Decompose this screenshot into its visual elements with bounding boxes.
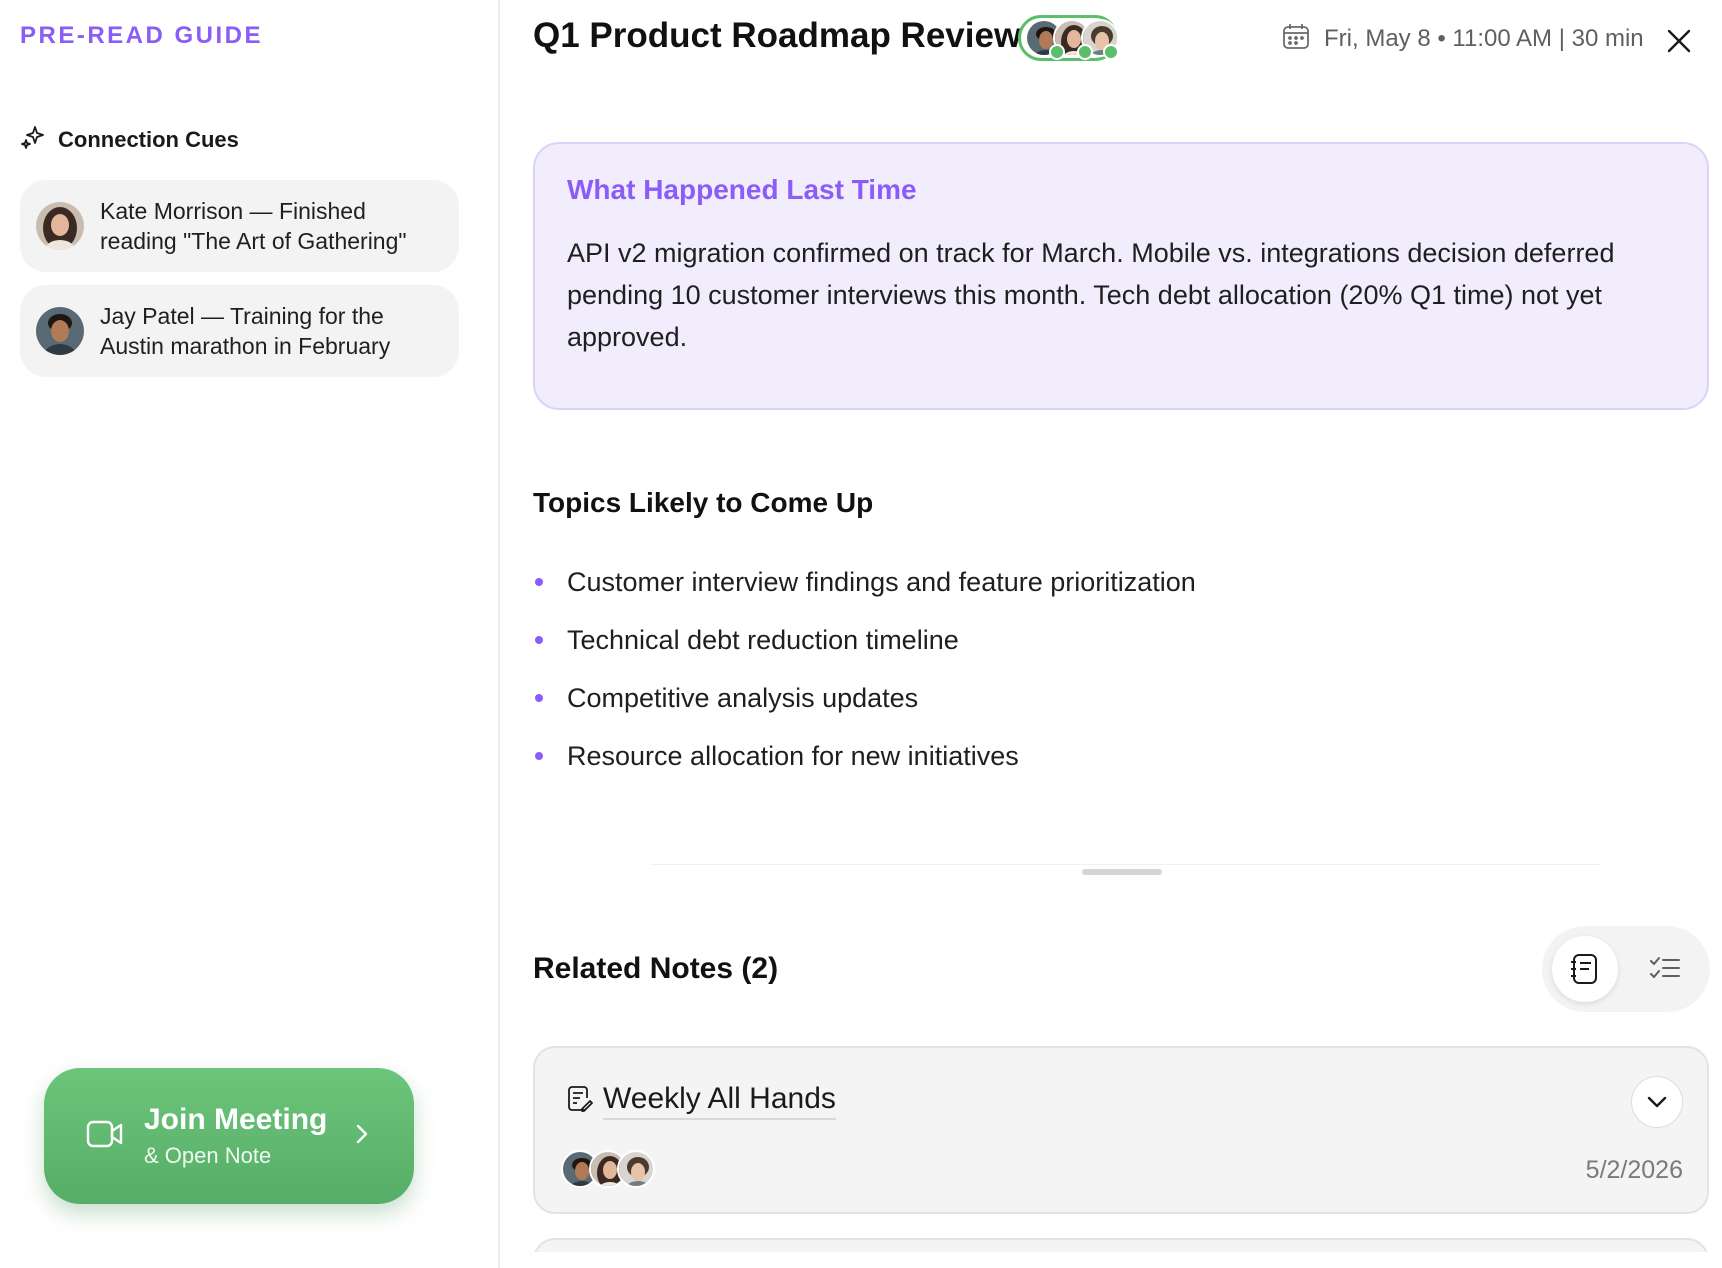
scroll-clip [502,1252,1722,1268]
topics-list: Customer interview findings and feature … [533,553,1196,785]
connection-cues-title: Connection Cues [58,126,239,152]
chevron-right-icon [355,1123,369,1150]
topics-heading: Topics Likely to Come Up [533,487,874,518]
note-attendees [561,1150,655,1188]
list-item: Resource allocation for new initiatives [533,727,1196,785]
brand-title: PRE-READ GUIDE [20,22,264,49]
recap-body: API v2 migration confirmed on track for … [567,238,1615,352]
close-button[interactable] [1664,26,1694,56]
last-time-recap-card: What Happened Last Time API v2 migration… [533,142,1709,410]
related-notes-heading: Related Notes (2) [533,952,779,985]
accepted-check-icon [1049,44,1065,60]
resize-handle[interactable] [1082,869,1162,875]
topic-text: Competitive analysis updates [567,682,919,713]
related-note-card[interactable]: Weekly All Hands 5/2/2026 [533,1046,1709,1214]
join-meeting-button[interactable]: Join Meeting & Open Note [44,1068,414,1204]
meeting-title: Q1 Product Roadmap Review [533,16,1022,55]
attendee-avatars[interactable] [1018,15,1119,61]
bullet [535,752,543,760]
expand-note-button[interactable] [1631,1076,1683,1128]
list-item: Technical debt reduction timeline [533,611,1196,669]
join-meeting-label: Join Meeting [144,1103,328,1136]
calendar-icon [1282,22,1310,55]
note-date: 5/2/2026 [1585,1156,1683,1184]
chevron-down-icon [1647,1096,1667,1108]
recap-heading: What Happened Last Time [567,174,917,205]
view-toggle [1542,926,1710,1012]
note-edit-icon [567,1085,593,1118]
avatar [617,1150,655,1188]
connection-cue-card[interactable]: Jay Patel — Training for the Austin mara… [20,285,459,377]
open-note-label: & Open Note [144,1143,272,1168]
sparkle-icon [20,124,46,155]
cue-text: Jay Patel — Training for the Austin mara… [100,303,391,359]
video-camera-icon [86,1118,124,1155]
list-item: Customer interview findings and feature … [533,553,1196,611]
avatar [36,202,84,250]
connection-cue-card[interactable]: Kate Morrison — Finished reading "The Ar… [20,180,459,272]
meeting-datetime-text: Fri, May 8 • 11:00 AM | 30 min [1324,24,1644,52]
topic-text: Customer interview findings and feature … [567,566,1196,597]
section-divider [650,864,1600,865]
sidebar: PRE-READ GUIDE Connection Cues Kate Morr… [0,0,500,1268]
topic-text: Resource allocation for new initiatives [567,740,1019,771]
meeting-datetime: Fri, May 8 • 11:00 AM | 30 min [1282,22,1644,55]
avatar [36,307,84,355]
list-item: Competitive analysis updates [533,669,1196,727]
close-icon [1667,29,1691,53]
checklist-view-button[interactable] [1632,936,1698,1002]
bullet [535,636,543,644]
bullet [535,694,543,702]
topic-text: Technical debt reduction timeline [567,624,959,655]
cue-text: Kate Morrison — Finished reading "The Ar… [100,198,407,254]
connection-cues-header: Connection Cues [20,124,239,155]
accepted-check-icon [1077,44,1093,60]
accepted-check-icon [1103,44,1119,60]
notes-view-icon [1571,954,1597,984]
checklist-view-icon [1650,957,1680,978]
notes-view-button[interactable] [1552,936,1618,1002]
note-title[interactable]: Weekly All Hands [603,1082,836,1120]
bullet [535,578,543,586]
